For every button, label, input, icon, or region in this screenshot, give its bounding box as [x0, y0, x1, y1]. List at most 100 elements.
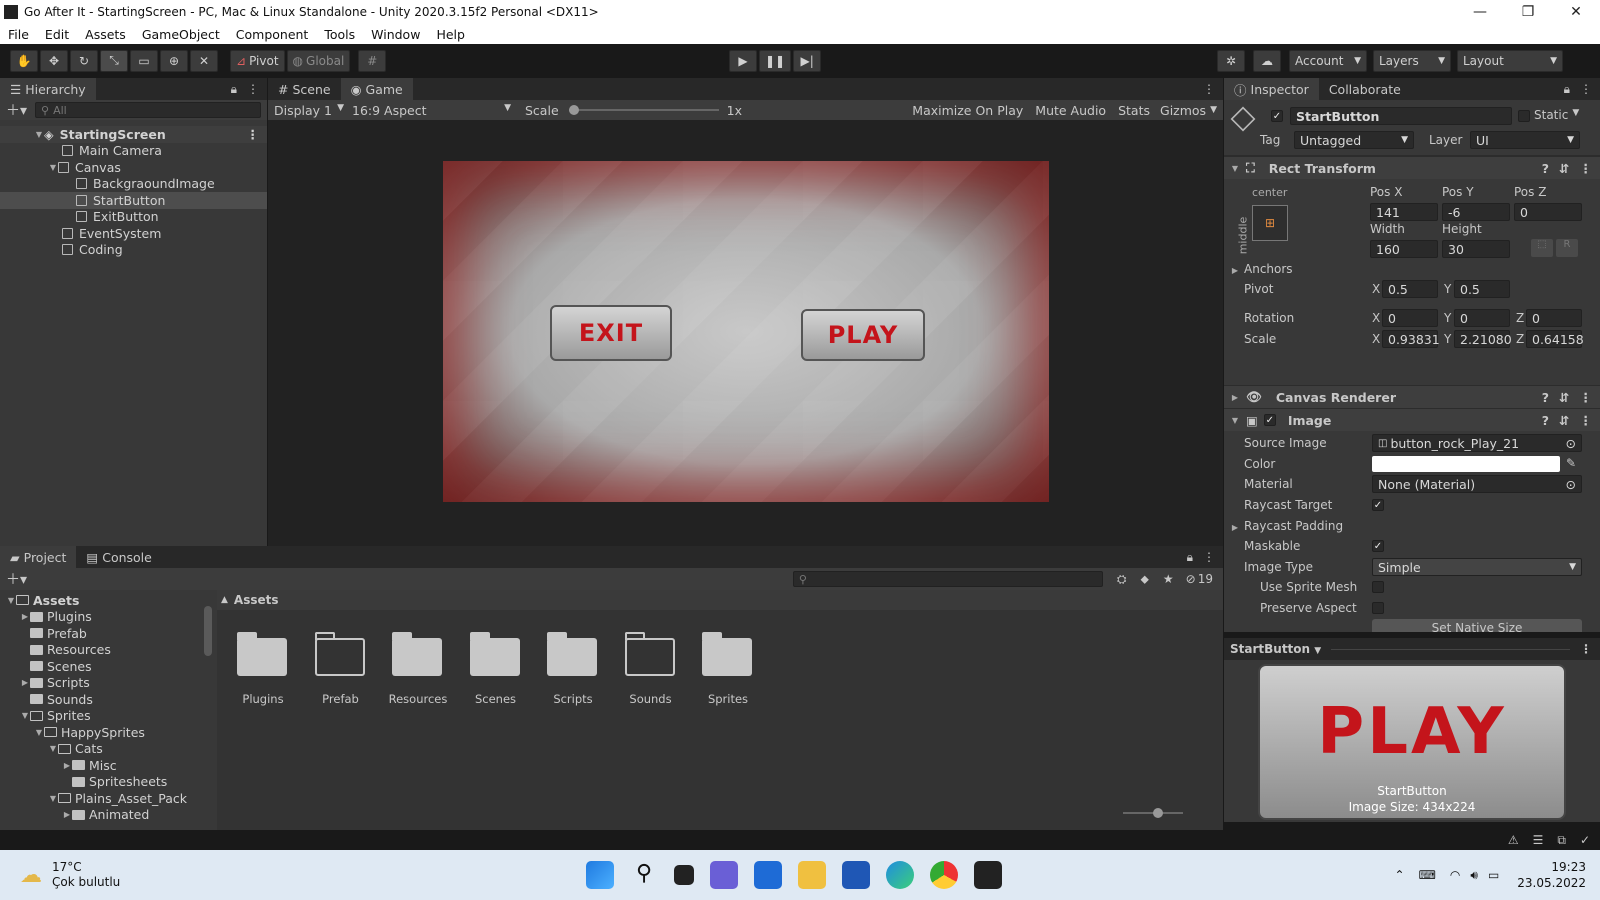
raw-edit-button[interactable]: R — [1556, 239, 1578, 257]
volume-icon[interactable]: 🔊︎ — [1470, 868, 1478, 883]
posz-field[interactable]: 0 — [1514, 203, 1582, 221]
rot-z-field[interactable]: 0 — [1526, 309, 1582, 327]
project-tree-item[interactable]: ▼ Sprites — [0, 708, 214, 725]
menu-file[interactable]: File — [0, 27, 37, 42]
anchors-foldout[interactable]: ▶ Anchors — [1230, 262, 1293, 276]
unity-taskbar-icon[interactable] — [974, 861, 1002, 889]
menu-window[interactable]: Window — [363, 27, 428, 42]
wifi-icon[interactable]: ◠ — [1450, 868, 1460, 882]
expand-arrow-icon[interactable]: ▶ — [1230, 266, 1240, 275]
cloud-icon[interactable]: ☁ — [1253, 49, 1281, 72]
edge-icon[interactable] — [886, 861, 914, 889]
expand-arrow-icon[interactable]: ▶ — [20, 678, 30, 687]
scene-more-icon[interactable]: ⋮ — [247, 127, 260, 142]
asset-folder[interactable] — [237, 632, 289, 676]
hierarchy-item-main-camera[interactable]: Main Camera — [0, 143, 267, 160]
image-component-header[interactable]: ▼ ▣ ✓ Image ? ⇵ ⋮ — [1224, 408, 1600, 431]
maximize-button[interactable]: ❐ — [1504, 4, 1552, 20]
scene-row[interactable]: ▼ ◈ StartingScreen ⋮ — [0, 126, 267, 143]
progress-icon[interactable]: ☰ — [1533, 833, 1544, 847]
scale-x-field[interactable]: 0.93831 — [1382, 330, 1440, 348]
add-icon[interactable]: ＋▾ — [6, 569, 27, 589]
object-picker-icon[interactable]: ⊙ — [1566, 477, 1576, 492]
set-native-size-button[interactable]: Set Native Size — [1372, 619, 1582, 632]
label-icon[interactable]: ⬥ — [1140, 572, 1148, 587]
hand-tool-icon[interactable]: ✋ — [10, 49, 38, 72]
more-icon[interactable]: ⋮ — [1580, 413, 1593, 428]
hierarchy-item-exitbutton[interactable]: ExitButton — [0, 209, 267, 226]
expand-arrow-icon[interactable]: ▶ — [62, 761, 72, 770]
hierarchy-search-input[interactable]: ⚲ All — [35, 102, 261, 118]
stats-toggle[interactable]: Stats — [1112, 103, 1156, 118]
tab-collaborate[interactable]: Collaborate — [1319, 78, 1411, 100]
asset-folder[interactable] — [702, 632, 754, 676]
help-icon[interactable]: ? — [1542, 390, 1549, 405]
image-type-dropdown[interactable]: Simple ▼ — [1372, 558, 1582, 576]
preset-icon[interactable]: ⇵ — [1559, 161, 1569, 176]
anchor-preset-button[interactable]: ⊞ — [1252, 205, 1288, 241]
zoom-slider-handle[interactable] — [1153, 808, 1163, 818]
clock[interactable]: 19:23 23.05.2022 — [1517, 859, 1586, 891]
material-field[interactable]: None (Material) ⊙ — [1372, 475, 1582, 493]
expand-arrow-icon[interactable]: ▶ — [1230, 393, 1240, 402]
project-tree-item[interactable]: ▼ HappySprites — [0, 724, 214, 741]
aspect-dropdown[interactable]: 16:9 Aspect ▼ — [348, 103, 515, 118]
color-swatch[interactable] — [1372, 456, 1560, 472]
project-tree-item[interactable]: ▼ Assets — [0, 592, 214, 609]
hidden-packages-icon[interactable]: ⊘ — [1186, 572, 1196, 586]
account-dropdown[interactable]: Account ▼ — [1289, 49, 1367, 72]
add-icon[interactable]: ＋▾ — [6, 100, 27, 120]
tag-dropdown[interactable]: Untagged ▼ — [1294, 131, 1414, 149]
maximize-on-play-toggle[interactable]: Maximize On Play — [906, 103, 1029, 118]
rot-y-field[interactable]: 0 — [1454, 309, 1510, 327]
project-tree-item[interactable]: Sounds — [0, 691, 214, 708]
menu-assets[interactable]: Assets — [77, 27, 134, 42]
lock-icon[interactable]: 🔒︎ — [231, 82, 237, 97]
active-checkbox[interactable]: ✓ — [1271, 110, 1283, 122]
grid-snap-icon[interactable]: # — [358, 49, 387, 72]
lock-icon[interactable]: 🔒︎ — [1564, 82, 1570, 97]
menu-tools[interactable]: Tools — [316, 27, 363, 42]
posx-field[interactable]: 141 — [1370, 203, 1438, 221]
preserve-aspect-checkbox[interactable] — [1372, 602, 1384, 614]
pivot-y-field[interactable]: 0.5 — [1454, 280, 1510, 298]
image-enabled-checkbox[interactable]: ✓ — [1263, 414, 1276, 426]
asset-folder[interactable] — [469, 632, 522, 676]
minimize-button[interactable]: — — [1456, 4, 1504, 20]
scale-tool-icon[interactable]: ⤡ — [100, 49, 128, 72]
object-name-field[interactable]: StartButton — [1290, 107, 1512, 125]
weather-widget[interactable]: ☁ 17°C Çok bulutlu — [20, 860, 120, 890]
file-explorer-icon[interactable] — [798, 861, 826, 889]
menu-gameobject[interactable]: GameObject — [134, 27, 228, 42]
gizmos-toggle[interactable]: Gizmos — [1156, 103, 1210, 118]
debug-icon[interactable]: ⚠ — [1508, 833, 1519, 847]
pivot-x-field[interactable]: 0.5 — [1382, 280, 1438, 298]
display-dropdown[interactable]: Display 1 ▼ — [268, 103, 348, 118]
more-icon[interactable]: ⋮ — [1580, 642, 1592, 656]
expand-arrow-icon[interactable]: ▶ — [1230, 523, 1240, 532]
exit-button-sprite[interactable]: EXIT — [550, 305, 672, 361]
posy-field[interactable]: -6 — [1442, 203, 1510, 221]
chevron-up-icon[interactable]: ⌃ — [1395, 868, 1405, 882]
project-tree-item[interactable]: ▶ Plugins — [0, 609, 214, 626]
expand-arrow-icon[interactable]: ▼ — [48, 163, 58, 172]
hierarchy-item-startbutton[interactable]: StartButton — [0, 192, 267, 209]
expand-arrow-icon[interactable]: ▼ — [1230, 416, 1240, 425]
project-tree-item[interactable]: ▶ Scripts — [0, 675, 214, 692]
project-search-input[interactable]: ⚲ — [792, 571, 1103, 587]
project-tree-scrollbar[interactable] — [204, 606, 212, 656]
favorite-icon[interactable]: ★ — [1163, 572, 1174, 586]
chevron-down-icon[interactable]: ▼ — [1210, 105, 1217, 115]
expand-arrow-icon[interactable]: ▶ — [62, 810, 72, 819]
blueprint-mode-button[interactable]: ⬚ — [1531, 239, 1553, 257]
scale-slider-handle[interactable] — [568, 105, 579, 115]
hierarchy-item-background[interactable]: BackgraoundImage — [0, 176, 267, 193]
maskable-checkbox[interactable]: ✓ — [1372, 540, 1384, 552]
project-tree-item[interactable]: Spritesheets — [0, 774, 214, 791]
expand-arrow-icon[interactable]: ▶ — [20, 612, 30, 621]
width-field[interactable]: 160 — [1370, 240, 1438, 258]
expand-arrow-icon[interactable]: ▼ — [34, 130, 44, 139]
transform-tool-icon[interactable]: ⊕ — [160, 49, 188, 72]
expand-arrow-icon[interactable]: ▼ — [1230, 164, 1240, 173]
more-icon[interactable]: ⋮ — [1580, 390, 1593, 405]
